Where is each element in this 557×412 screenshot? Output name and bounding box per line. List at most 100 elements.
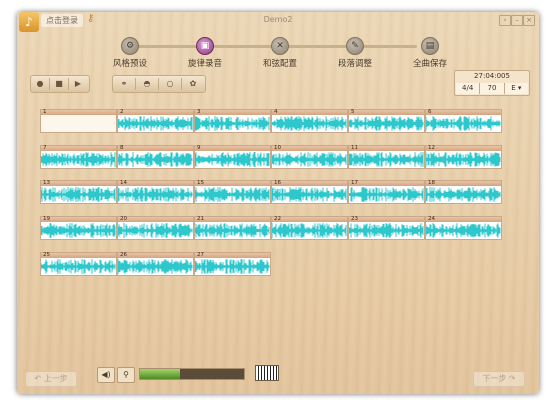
key-select[interactable]: E ▾: [504, 83, 528, 94]
waveform-path: [118, 187, 193, 202]
bar-cell[interactable]: 16: [271, 180, 348, 204]
waveform-path: [195, 116, 270, 131]
stop-button[interactable]: ■: [50, 77, 68, 91]
bar-cell[interactable]: 17: [348, 180, 425, 204]
close-button[interactable]: ×: [523, 15, 535, 26]
waveform: [349, 116, 424, 131]
bar-cell[interactable]: 15: [194, 180, 271, 204]
forward-arrow-icon: ↷: [508, 374, 516, 383]
bar-cell[interactable]: 10: [271, 145, 348, 169]
window-title: Demo2: [263, 15, 293, 24]
bar-cell[interactable]: 26: [117, 252, 194, 276]
bar-cell[interactable]: 3: [194, 109, 271, 133]
bar-cell[interactable]: 20: [117, 216, 194, 240]
waveform-path: [41, 187, 116, 202]
transport-controls: ● ■ ▶: [30, 75, 90, 93]
bar-cell[interactable]: 23: [348, 216, 425, 240]
bar-cell[interactable]: 7: [40, 145, 117, 169]
record-icon: ●: [36, 79, 44, 88]
bar-cell[interactable]: 8: [117, 145, 194, 169]
waveform: [195, 187, 270, 202]
link-button[interactable]: ⚭: [113, 77, 135, 91]
meter-field[interactable]: 4/4: [456, 83, 481, 94]
bar-cell[interactable]: 5: [348, 109, 425, 133]
waveform: [272, 187, 347, 202]
minimize-button[interactable]: –: [511, 15, 523, 26]
waveform-path: [272, 223, 347, 238]
step-label: 旋律录音: [187, 59, 222, 69]
tools-icon: ✕: [271, 37, 289, 55]
link-icon: ⚭: [120, 79, 128, 88]
waveform-path: [272, 152, 347, 167]
bar-cell[interactable]: 4: [271, 109, 348, 133]
microphone-icon[interactable]: ⚲: [117, 367, 135, 383]
step-label: 全曲保存: [412, 59, 447, 69]
bar-cell[interactable]: 24: [425, 216, 502, 240]
bulb-icon: ◓: [143, 79, 151, 88]
step-1[interactable]: ⚙ 风格预设: [95, 37, 165, 69]
key-value: E: [511, 84, 516, 92]
waveform-path: [118, 152, 193, 167]
edit-icon: ✎: [346, 37, 364, 55]
waveform: [426, 187, 501, 202]
waveform: [272, 223, 347, 238]
bar-cell[interactable]: 22: [271, 216, 348, 240]
bar-cell[interactable]: 19: [40, 216, 117, 240]
next-step-button[interactable]: 下一步 ↷: [473, 371, 525, 387]
waveform: [426, 223, 501, 238]
step-label: 段落调整: [337, 59, 372, 69]
palette-button[interactable]: ✿: [182, 77, 204, 91]
waveform-path: [272, 116, 347, 131]
save-icon: ▤: [421, 37, 439, 55]
waveform: [272, 152, 347, 167]
waveform-path: [349, 116, 424, 131]
bar-number: 1: [41, 109, 116, 115]
waveform-path: [349, 152, 424, 167]
waveform-path: [195, 223, 270, 238]
waveform: [41, 259, 116, 274]
waveform: [349, 152, 424, 167]
piano-keyboard-button[interactable]: [255, 365, 279, 381]
waveform-path: [426, 223, 501, 238]
bulb-outline-button[interactable]: ○: [159, 77, 181, 91]
bar-cell[interactable]: 21: [194, 216, 271, 240]
bar-cell[interactable]: 1: [40, 109, 117, 133]
bar-cell[interactable]: 27: [194, 252, 271, 276]
bar-cell[interactable]: 13: [40, 180, 117, 204]
app-window: ♪ 点击登录 ⚷ Demo2 ‹ – × ⚙ 风格预设 ▣ 旋律录音 ✕ 和弦配置 ✎ 段落调…: [17, 12, 539, 394]
tempo-field[interactable]: 70: [480, 83, 505, 94]
speaker-icon[interactable]: ◀): [97, 367, 115, 383]
play-button[interactable]: ▶: [69, 77, 87, 91]
step-4[interactable]: ✎ 段落调整: [320, 37, 390, 69]
bar-cell[interactable]: 18: [425, 180, 502, 204]
help-icon[interactable]: ‹: [499, 15, 511, 26]
bar-cell[interactable]: 12: [425, 145, 502, 169]
bar-cell[interactable]: 25: [40, 252, 117, 276]
prev-step-button[interactable]: ↶ 上一步: [25, 371, 77, 387]
step-2[interactable]: ▣ 旋律录音: [170, 37, 240, 69]
step-label: 和弦配置: [262, 59, 297, 69]
stop-icon: ■: [55, 79, 63, 88]
bar-cell[interactable]: 6: [425, 109, 502, 133]
bar-cell[interactable]: 11: [348, 145, 425, 169]
bar-cell[interactable]: 14: [117, 180, 194, 204]
gear-icon: ⚙: [121, 37, 139, 55]
waveform-path: [426, 116, 501, 131]
play-icon: ▶: [74, 79, 82, 88]
bar-cell[interactable]: 2: [117, 109, 194, 133]
waveform-path: [426, 187, 501, 202]
bulb-button[interactable]: ◓: [136, 77, 158, 91]
waveform: [349, 187, 424, 202]
waveform-path: [349, 223, 424, 238]
step-3[interactable]: ✕ 和弦配置: [245, 37, 315, 69]
record-button[interactable]: ●: [31, 77, 49, 91]
prev-label: 上一步: [43, 374, 68, 383]
waveform: [118, 152, 193, 167]
step-5[interactable]: ▤ 全曲保存: [395, 37, 465, 69]
waveform: [118, 187, 193, 202]
step-label: 风格预设: [112, 59, 147, 69]
palette-icon: ✿: [189, 79, 197, 88]
bar-cell[interactable]: 9: [194, 145, 271, 169]
bulb-outline-icon: ○: [166, 79, 174, 88]
waveform-path: [118, 116, 193, 131]
